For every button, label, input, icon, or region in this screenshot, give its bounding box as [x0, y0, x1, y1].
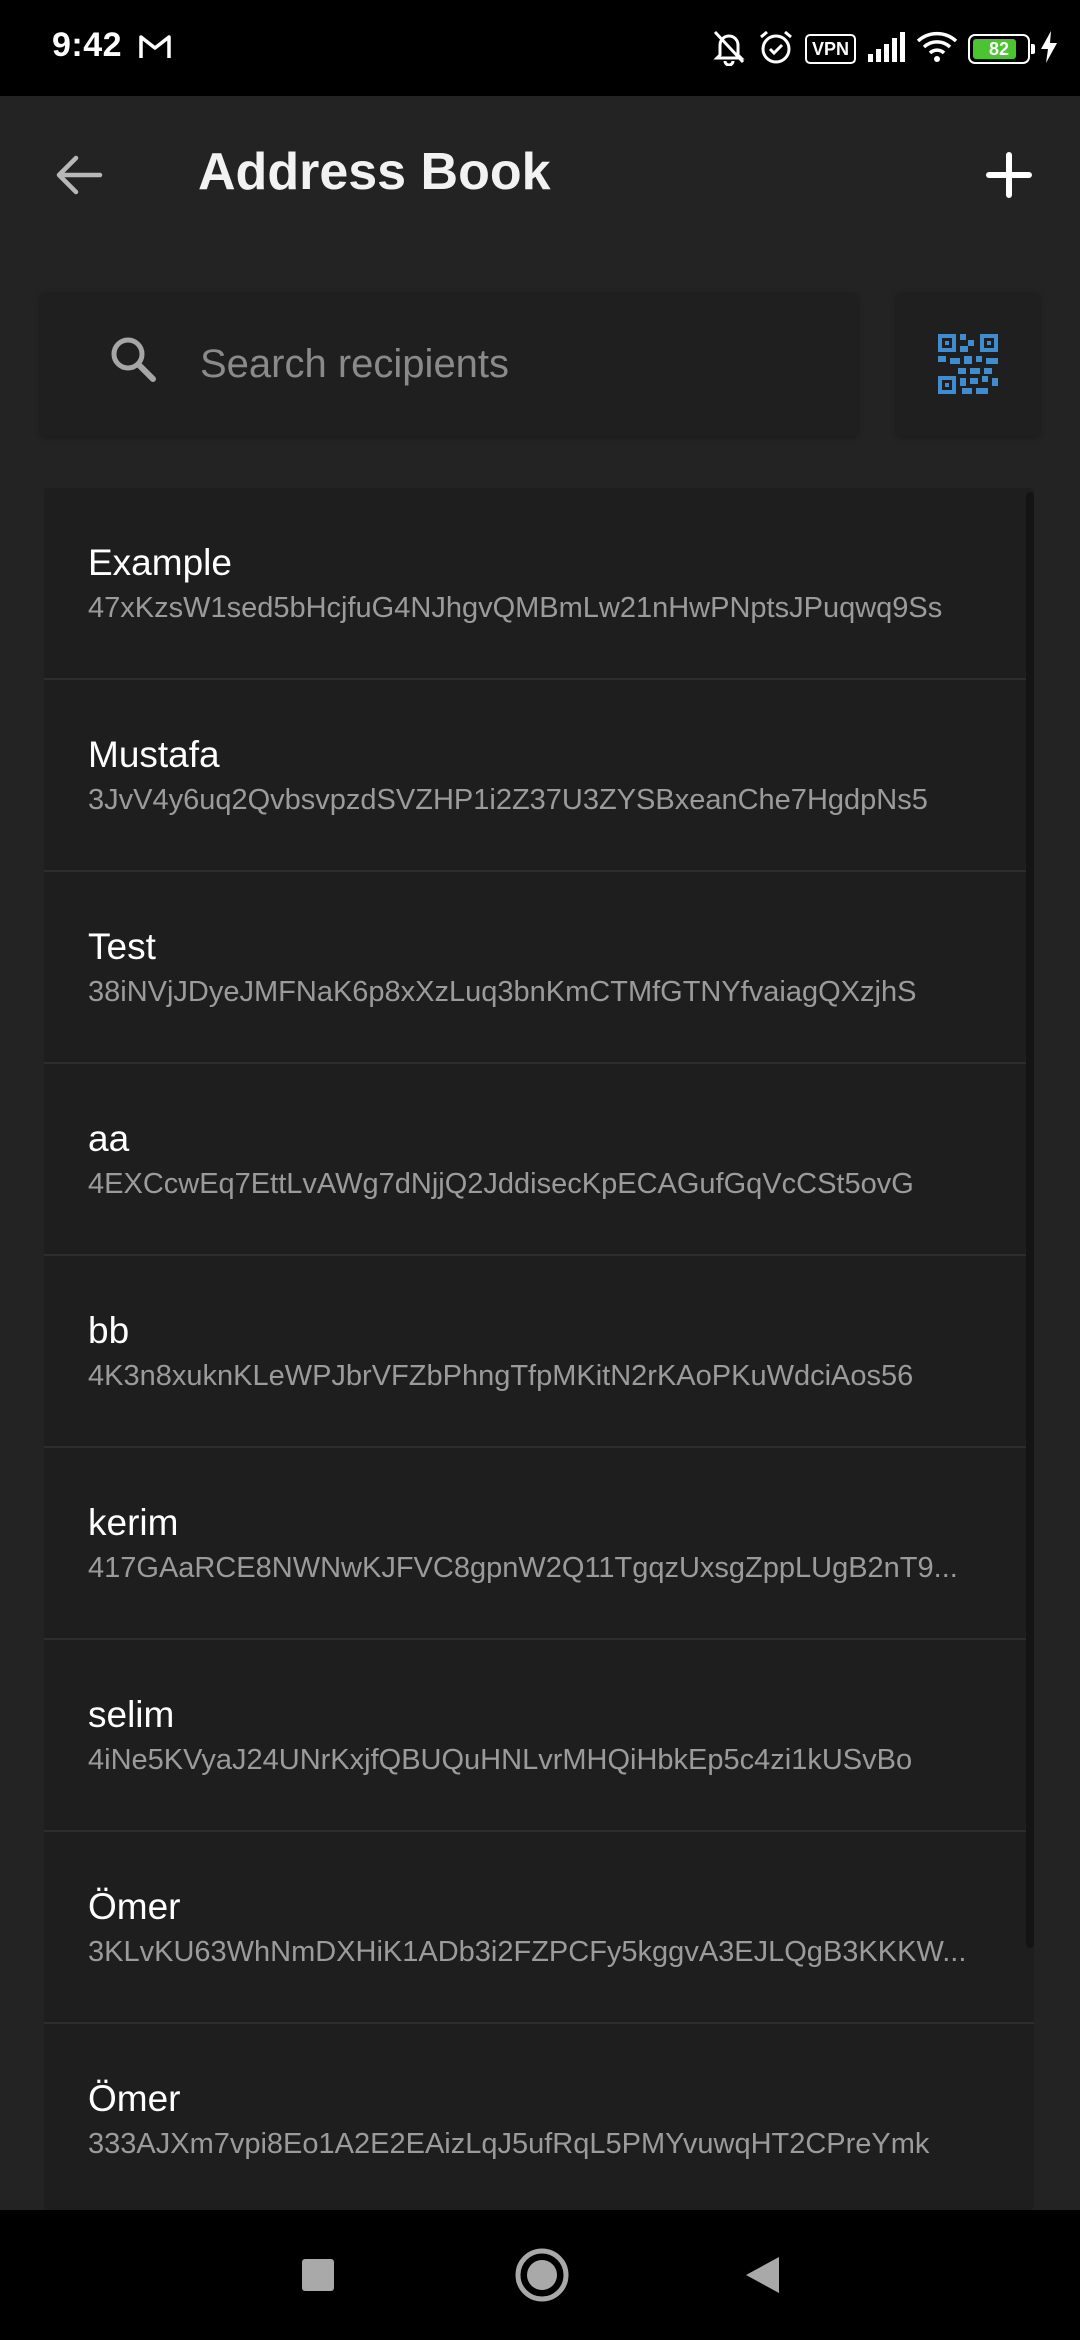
- signal-icon: [866, 31, 906, 67]
- add-contact-button[interactable]: [974, 140, 1044, 210]
- contact-item[interactable]: kerim 417GAaRCE8NWNwKJFVC8gpnW2Q11TgqzUxs…: [44, 1448, 1034, 1640]
- contact-name: Test: [88, 926, 156, 967]
- contact-address: 4EXCcwEq7EttLvAWg7dNjjQ2JddisecKpECAGufG…: [88, 1168, 914, 1200]
- contact-name: Example: [88, 542, 232, 583]
- contact-item[interactable]: aa 4EXCcwEq7EttLvAWg7dNjjQ2JddisecKpECAGu…: [44, 1064, 1034, 1256]
- triangle-back-icon: [746, 2257, 779, 2293]
- contact-address: 38iNVjJDyeJMFNaK6p8xXzLuq3bnKmCTMfGTNYfv…: [88, 976, 917, 1008]
- navigation-bar: [0, 2210, 1080, 2340]
- contact-address: 4iNe5KVyaJ24UNrKxjfQBUQuHNLvrMHQiHbkEp5c…: [88, 1744, 913, 1776]
- alarm-icon: [757, 28, 795, 71]
- contact-name: Ömer: [88, 2078, 181, 2119]
- scrollbar[interactable]: [1026, 492, 1034, 1948]
- contact-name: aa: [88, 1118, 130, 1159]
- back-button[interactable]: [44, 140, 114, 210]
- contact-item[interactable]: Ömer 3KLvKU63WhNmDXHiK1ADb3i2FZPCFy5kggvA…: [44, 1832, 1034, 2024]
- battery-percent: 82: [988, 38, 1010, 59]
- charging-icon: [1040, 30, 1058, 68]
- contact-item[interactable]: Mustafa 3JvV4y6uq2QvbsvpzdSVZHP1i2Z37U3ZY…: [44, 680, 1034, 872]
- battery-icon: 82: [968, 34, 1035, 64]
- qr-scan-button[interactable]: [896, 292, 1040, 436]
- contact-item[interactable]: Test 38iNVjJDyeJMFNaK6p8xXzLuq3bnKmCTMfGT…: [44, 872, 1034, 1064]
- contact-address: 4K3n8xuknKLeWPJbrVFZbPhngTfpMKitN2rKAoPK…: [88, 1360, 914, 1392]
- contact-item[interactable]: selim 4iNe5KVyaJ24UNrKxjfQBUQuHNLvrMHQiHb…: [44, 1640, 1034, 1832]
- home-button[interactable]: [507, 2240, 577, 2310]
- contact-address: 47xKzsW1sed5bHcjfuG4NJhgvQMBmLw21nHwPNpt…: [88, 592, 943, 624]
- status-icons: VPN 82: [711, 24, 1058, 74]
- plus-icon: [986, 152, 1032, 198]
- contact-name: Mustafa: [88, 734, 220, 775]
- contact-name: selim: [88, 1694, 175, 1735]
- contact-name: Ömer: [88, 1886, 181, 1927]
- contact-item[interactable]: Ömer 333AJXm7vpi8Eo1A2E2EAizLqJ5ufRqL5PMY…: [44, 2024, 1034, 2210]
- recents-button[interactable]: [283, 2240, 353, 2310]
- page-title: Address Book: [198, 143, 551, 201]
- bell-off-icon: [711, 28, 747, 71]
- wifi-icon: [916, 31, 958, 68]
- vpn-icon: VPN: [804, 34, 856, 64]
- contact-address: 333AJXm7vpi8Eo1A2E2EAizLqJ5ufRqL5PMYvuwq…: [88, 2128, 930, 2160]
- contact-address: 417GAaRCE8NWNwKJFVC8gpnW2Q11TgqzUxsgZppL…: [88, 1552, 958, 1584]
- contact-address: 3KLvKU63WhNmDXHiK1ADb3i2FZPCFy5kggvA3EJL…: [88, 1936, 967, 1968]
- contact-item[interactable]: Example 47xKzsW1sed5bHcjfuG4NJhgvQMBmLw21…: [44, 488, 1034, 680]
- contact-list: Example 47xKzsW1sed5bHcjfuG4NJhgvQMBmLw21…: [44, 488, 1034, 2210]
- contact-address: 3JvV4y6uq2QvbsvpzdSVZHP1i2Z37U3ZYSBxeanC…: [88, 784, 928, 816]
- qr-code-icon: [938, 334, 998, 394]
- search-input[interactable]: [198, 328, 822, 400]
- contact-name: bb: [88, 1310, 130, 1351]
- gmail-icon: [138, 33, 172, 66]
- search-box[interactable]: [40, 292, 858, 436]
- contact-name: kerim: [88, 1502, 179, 1543]
- app-bar: Address Book: [0, 96, 1080, 256]
- arrow-back-icon: [56, 155, 103, 195]
- contact-item[interactable]: bb 4K3n8xuknKLeWPJbrVFZbPhngTfpMKitN2rKAo…: [44, 1256, 1034, 1448]
- status-time: 9:42: [52, 26, 123, 64]
- square-recents-icon: [302, 2259, 334, 2291]
- search-icon: [106, 332, 162, 393]
- circle-home-icon: [515, 2248, 569, 2302]
- status-bar: 9:42 VPN 82: [0, 0, 1080, 96]
- nav-back-button[interactable]: [727, 2240, 797, 2310]
